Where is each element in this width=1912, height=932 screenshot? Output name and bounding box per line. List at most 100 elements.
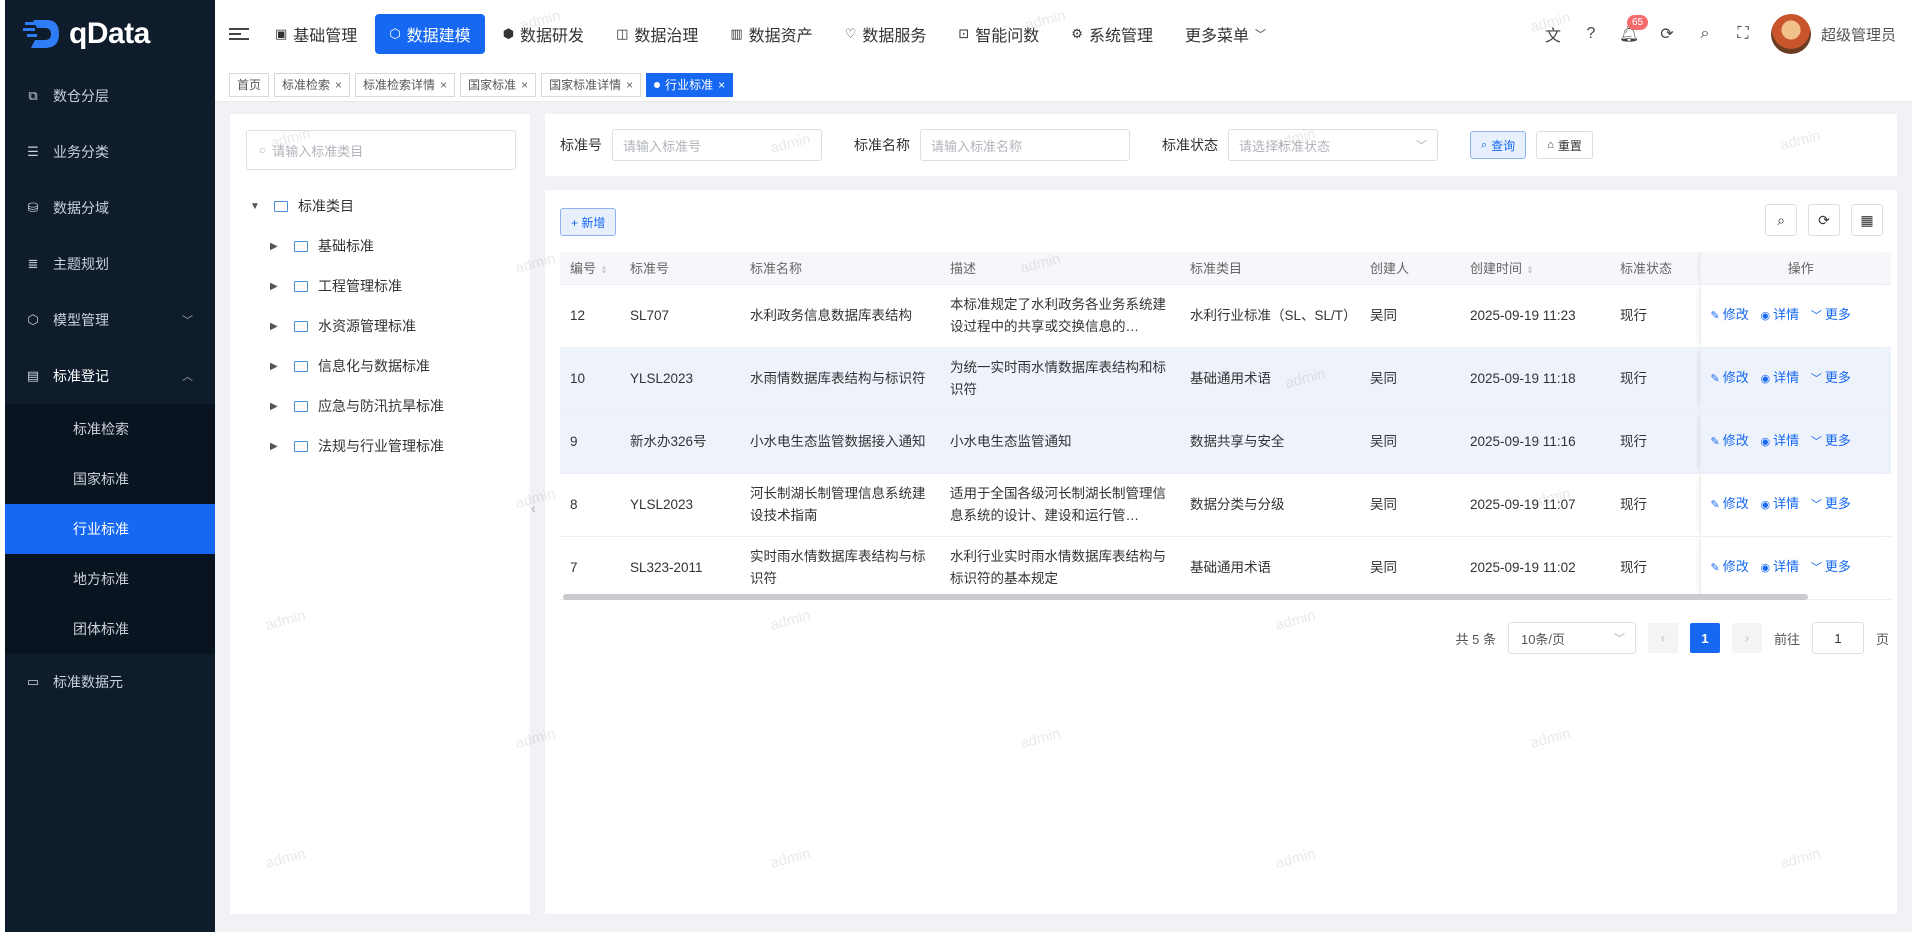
tree-node[interactable]: ▶ 应急与防汛抗旱标准	[250, 386, 444, 426]
sidebar-subitem-local[interactable]: 地方标准	[5, 554, 215, 604]
detail-link[interactable]: ◉ 详情	[1761, 433, 1800, 448]
tree-node[interactable]: ▶ 信息化与数据标准	[250, 346, 444, 386]
tag-national-detail[interactable]: 国家标准详情 ×	[541, 72, 642, 97]
tag-standard-search[interactable]: 标准检索 ×	[274, 72, 351, 97]
help-icon[interactable]: ?	[1581, 24, 1601, 44]
detail-link[interactable]: ◉ 详情	[1761, 370, 1800, 385]
sidebar-item-topic[interactable]: ≣ 主题规划	[5, 236, 215, 292]
reset-button[interactable]: ⌂ 重置	[1536, 131, 1593, 159]
page-size-select[interactable]: 10条/页 ﹀	[1507, 622, 1636, 654]
col-created[interactable]: 创建时间 ⇕	[1460, 252, 1610, 285]
search-toggle-button[interactable]: ⌕	[1765, 204, 1797, 236]
sidebar-item-model[interactable]: ⬡ 模型管理 ﹀	[5, 292, 215, 348]
edit-link[interactable]: ✎ 修改	[1711, 307, 1749, 322]
edit-link[interactable]: ✎ 修改	[1711, 496, 1749, 511]
search-icon: ○	[259, 143, 267, 157]
page-number-current[interactable]: 1	[1689, 623, 1720, 653]
sort-icon[interactable]: ⇕	[600, 265, 608, 275]
more-link[interactable]: ﹀ 更多	[1811, 496, 1851, 511]
goto-page-input[interactable]: 1	[1811, 622, 1864, 654]
sidebar-item-elements[interactable]: ▭ 标准数据元	[5, 654, 215, 710]
cell-created: 2025-09-19 11:02	[1460, 536, 1610, 600]
topnav-basic[interactable]: ▣ 基础管理	[261, 14, 371, 54]
app-logo[interactable]: qData	[5, 0, 215, 68]
tag-national[interactable]: 国家标准 ×	[460, 72, 537, 97]
sidebar-item-business[interactable]: ☰ 业务分类	[5, 124, 215, 180]
caret-right-icon[interactable]: ▶	[270, 321, 286, 332]
more-link[interactable]: ﹀ 更多	[1811, 433, 1851, 448]
caret-right-icon[interactable]: ▶	[270, 441, 286, 452]
edit-link[interactable]: ✎ 修改	[1711, 370, 1749, 385]
sidebar-subitem-national[interactable]: 国家标准	[5, 454, 215, 504]
columns-button[interactable]: ▦	[1851, 204, 1883, 236]
avatar[interactable]	[1770, 14, 1811, 54]
prev-page-button[interactable]: ‹	[1647, 623, 1678, 653]
close-icon[interactable]: ×	[440, 78, 447, 92]
topnav-robot[interactable]: ⊡ 智能问数	[944, 14, 1053, 54]
search-icon[interactable]: ⌕	[1695, 24, 1715, 44]
tree-search-input[interactable]: ○ 请输入标准类目	[246, 130, 516, 170]
sidebar-subitem-group[interactable]: 团体标准	[5, 604, 215, 654]
tree-node-label: 法规与行业管理标准	[318, 438, 444, 454]
sidebar-item-domain[interactable]: ⛁ 数据分域	[5, 180, 215, 236]
topnav-system[interactable]: ⚙ 系统管理	[1057, 14, 1167, 54]
topnav-asset[interactable]: ▥ 数据资产	[716, 14, 826, 54]
next-page-button[interactable]: ›	[1731, 623, 1762, 653]
cell-status: 现行	[1610, 536, 1700, 600]
bell-icon[interactable]: 🔔︎ 65	[1619, 15, 1649, 44]
sidebar-item-layers[interactable]: ⧉ 数仓分层	[5, 68, 215, 124]
chevron-left-icon[interactable]: ‹	[531, 500, 536, 516]
topnav-more[interactable]: 更多菜单 ﹀	[1171, 14, 1280, 54]
tree-node[interactable]: ▶ 基础标准	[250, 226, 444, 266]
detail-link[interactable]: ◉ 详情	[1761, 559, 1800, 574]
edit-link[interactable]: ✎ 修改	[1711, 433, 1749, 448]
topnav-governance[interactable]: ◫ 数据治理	[602, 14, 712, 54]
close-icon[interactable]: ×	[335, 78, 342, 92]
caret-right-icon[interactable]: ▶	[270, 401, 286, 412]
sidebar-subitem-search[interactable]: 标准检索	[5, 404, 215, 454]
topnav-modeling[interactable]: ⬡ 数据建模	[375, 14, 485, 54]
more-link[interactable]: ﹀ 更多	[1811, 370, 1851, 385]
caret-right-icon[interactable]: ▶	[270, 281, 286, 292]
caret-right-icon[interactable]: ▶	[270, 241, 286, 252]
tag-search-detail[interactable]: 标准检索详情 ×	[355, 72, 456, 97]
col-category: 标准类目	[1180, 252, 1360, 285]
tree-node[interactable]: ▶ 工程管理标准	[250, 266, 444, 306]
sidebar-item-register[interactable]: ▤ 标准登记 ︿	[5, 348, 215, 404]
tree-root[interactable]: ▼ 标准类目	[250, 186, 444, 226]
more-link[interactable]: ﹀ 更多	[1811, 307, 1851, 322]
code-input[interactable]: 请输入标准号	[612, 129, 822, 161]
detail-link[interactable]: ◉ 详情	[1761, 496, 1800, 511]
horizontal-scrollbar[interactable]	[563, 594, 1808, 600]
query-button[interactable]: ⌕ 查询	[1470, 131, 1527, 159]
tree-node[interactable]: ▶ 水资源管理标准	[250, 306, 444, 346]
tag-industry[interactable]: 行业标准 ×	[646, 72, 734, 97]
caret-right-icon[interactable]: ▶	[270, 361, 286, 372]
topnav-service[interactable]: ♡ 数据服务	[831, 14, 941, 54]
username[interactable]: 超级管理员	[1821, 24, 1896, 45]
more-link[interactable]: ﹀ 更多	[1811, 559, 1851, 574]
tag-home[interactable]: 首页	[229, 72, 270, 97]
detail-label: 详情	[1773, 559, 1800, 574]
topnav-dev[interactable]: ⬢ 数据研发	[489, 14, 598, 54]
refresh-button[interactable]: ⟳	[1808, 204, 1840, 236]
fullscreen-icon[interactable]: ⛶	[1733, 24, 1753, 44]
close-icon[interactable]: ×	[718, 78, 725, 92]
add-button[interactable]: + 新增	[560, 208, 617, 236]
close-icon[interactable]: ×	[626, 78, 633, 92]
status-select[interactable]: 请选择标准状态 ﹀	[1228, 129, 1438, 161]
name-input[interactable]: 请输入标准名称	[920, 129, 1130, 161]
menu-toggle-icon[interactable]	[229, 28, 249, 40]
sort-icon[interactable]: ⇕	[1526, 265, 1534, 275]
edit-link[interactable]: ✎ 修改	[1711, 559, 1749, 574]
sidebar-subitem-industry[interactable]: 行业标准	[5, 504, 215, 554]
tree-node[interactable]: ▶ 法规与行业管理标准	[250, 426, 444, 466]
topnav-label: 数据资产	[748, 28, 813, 45]
detail-link[interactable]: ◉ 详情	[1761, 307, 1800, 322]
col-id[interactable]: 编号 ⇕	[560, 252, 620, 285]
translate-icon[interactable]: 文	[1543, 24, 1563, 45]
close-icon[interactable]: ×	[521, 78, 528, 92]
caret-down-icon[interactable]: ▼	[250, 201, 266, 212]
refresh-icon[interactable]: ⟳	[1657, 24, 1677, 44]
cell-category-text: 基础通用术语	[1190, 370, 1271, 386]
